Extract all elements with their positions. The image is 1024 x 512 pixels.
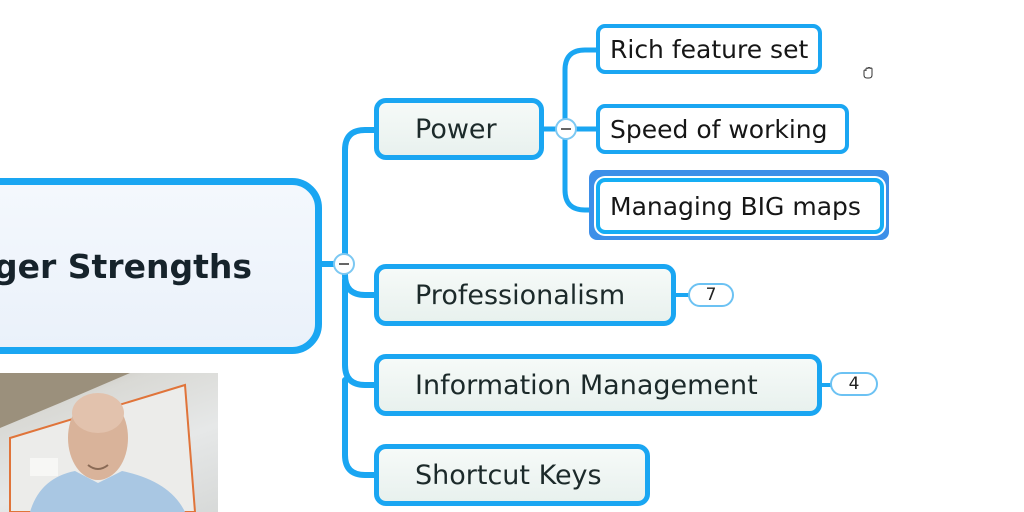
subtopic-managing-big-maps[interactable]: Managing BIG maps	[596, 178, 884, 234]
subtopic-label: Managing BIG maps	[610, 191, 861, 221]
collapsed-count-badge[interactable]: 4	[830, 372, 878, 396]
connector-shortcut-keys	[342, 377, 379, 478]
topic-professionalism[interactable]: Professionalism	[374, 264, 676, 326]
topic-label: Power	[415, 113, 497, 145]
mind-map-canvas[interactable]: ger Strengths Power Professionalism 7 In…	[0, 0, 1024, 512]
collapsed-count-badge[interactable]: 7	[688, 283, 734, 307]
badge-count: 4	[848, 374, 860, 394]
minus-icon	[561, 128, 571, 130]
subtopic-rich-feature-set[interactable]: Rich feature set	[596, 24, 822, 74]
power-collapse-button[interactable]	[555, 118, 577, 140]
subtopic-label: Rich feature set	[610, 34, 809, 64]
badge-count: 7	[705, 285, 717, 305]
topic-label: Professionalism	[415, 279, 626, 311]
presenter-video-frame	[0, 373, 197, 512]
connector-rich-feature-set	[562, 47, 601, 132]
central-topic-label: ger Strengths	[0, 246, 252, 286]
topic-label: Shortcut Keys	[415, 459, 602, 491]
topic-information-management[interactable]: Information Management	[374, 354, 822, 416]
presenter-webcam-overlay	[0, 373, 218, 512]
connector-power	[342, 127, 379, 267]
subtopic-label: Speed of working	[610, 114, 828, 144]
minus-icon	[339, 263, 349, 265]
subtopic-speed-of-working[interactable]: Speed of working	[596, 104, 849, 154]
topic-shortcut-keys[interactable]: Shortcut Keys	[374, 444, 650, 506]
hand-pan-cursor-icon	[862, 66, 876, 83]
central-collapse-button[interactable]	[333, 253, 355, 275]
topic-power[interactable]: Power	[374, 98, 544, 160]
topic-label: Information Management	[415, 369, 758, 401]
central-topic[interactable]: ger Strengths	[0, 178, 322, 354]
